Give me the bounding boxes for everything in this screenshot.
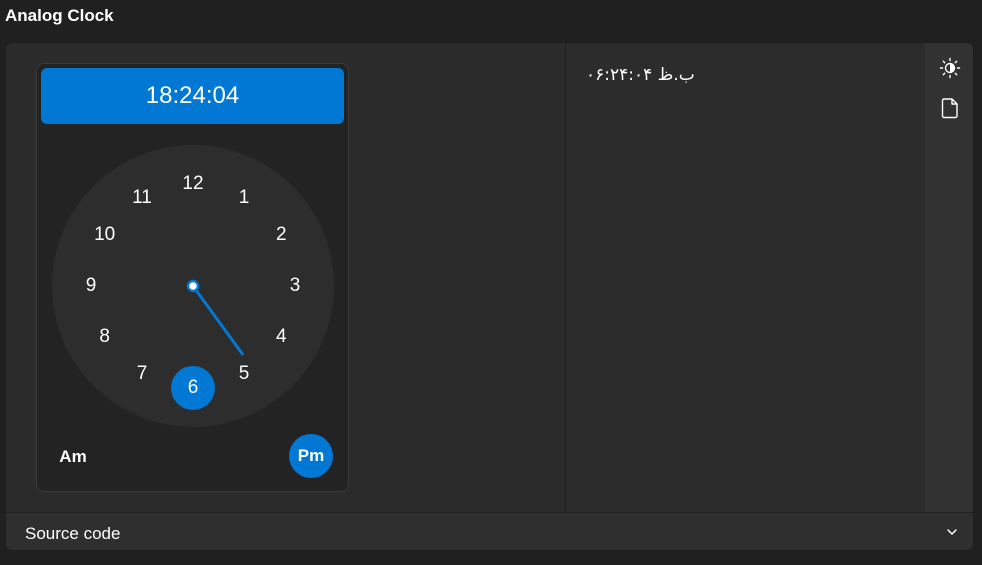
pm-button[interactable]: Pm: [289, 434, 333, 478]
hour-10[interactable]: 10: [83, 213, 127, 257]
hour-6[interactable]: 6: [171, 366, 215, 410]
minute-hand: [191, 284, 244, 356]
source-code-label: Source code: [25, 524, 121, 543]
hour-8[interactable]: 8: [83, 315, 127, 359]
hour-3[interactable]: 3: [273, 264, 317, 308]
output-time-text: ب.ظ ۰۶:۲۴:۰۴: [586, 65, 695, 85]
time-display: 18:24:04: [41, 68, 344, 124]
theme-toggle-button[interactable]: [937, 55, 963, 81]
hour-2[interactable]: 2: [259, 213, 303, 257]
example-area: 18:24:04 12 1 2 3 4 5 6 7 8 9 10 11 Am Pm: [6, 43, 565, 512]
clock-dial[interactable]: 12 1 2 3 4 5 6 7 8 9 10 11: [52, 145, 334, 427]
source-document-button[interactable]: [937, 95, 963, 121]
center-pivot: [186, 279, 200, 293]
page-title: Analog Clock: [5, 6, 114, 25]
chevron-down-icon: [947, 529, 957, 535]
hour-7[interactable]: 7: [120, 352, 164, 396]
analog-clock-control: 18:24:04 12 1 2 3 4 5 6 7 8 9 10 11 Am Pm: [36, 63, 349, 492]
hour-1[interactable]: 1: [222, 176, 266, 220]
side-toolbar: [925, 43, 973, 512]
theme-toggle-icon: [939, 57, 961, 79]
source-code-expander[interactable]: Source code: [6, 512, 973, 550]
output-pane: ب.ظ ۰۶:۲۴:۰۴: [565, 43, 925, 512]
document-icon: [941, 98, 958, 119]
am-button[interactable]: Am: [51, 435, 95, 479]
hour-12[interactable]: 12: [171, 162, 215, 206]
expand-button[interactable]: [943, 523, 961, 541]
hour-11[interactable]: 11: [120, 176, 164, 220]
hour-5[interactable]: 5: [222, 352, 266, 396]
hour-4[interactable]: 4: [259, 315, 303, 359]
hour-9[interactable]: 9: [69, 264, 113, 308]
example-card: 18:24:04 12 1 2 3 4 5 6 7 8 9 10 11 Am Pm ب.ظ ۰۶:۲۴…: [5, 42, 974, 551]
